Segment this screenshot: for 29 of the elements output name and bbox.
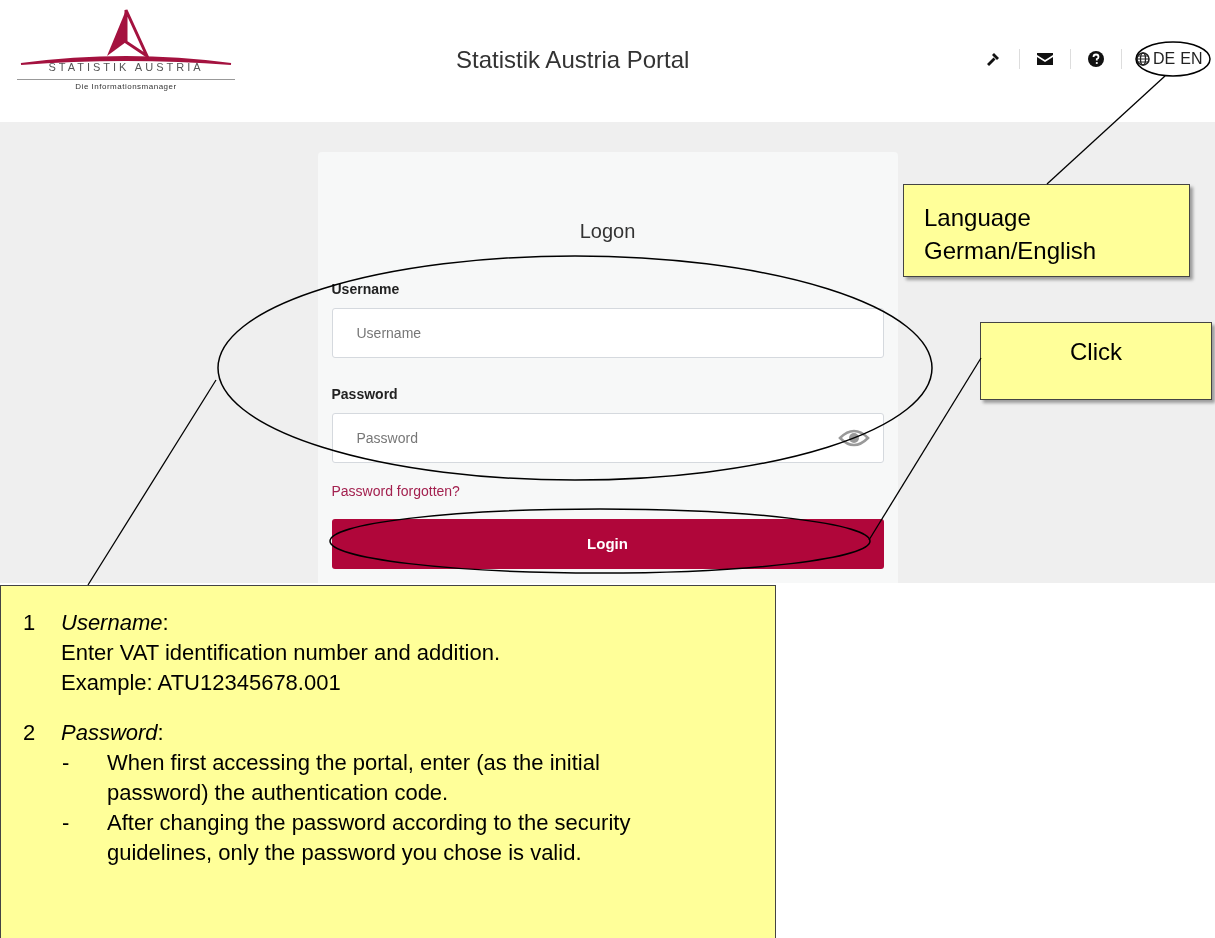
step-number: 2 bbox=[23, 719, 37, 747]
field-label: Password bbox=[331, 385, 398, 404]
step-text: Enter VAT identification number and addition. bbox=[61, 639, 501, 667]
username-field[interactable]: Username bbox=[331, 308, 884, 358]
help-icon[interactable] bbox=[1085, 51, 1107, 67]
step-text: After changing the password according to the security guidelines, only the password you chose is valid. bbox=[107, 809, 632, 867]
step-title: Username: bbox=[61, 609, 170, 637]
step-number: 1 bbox=[23, 609, 37, 637]
globe-icon bbox=[1136, 52, 1150, 66]
callout-text: Click bbox=[1070, 337, 1122, 367]
eye-icon[interactable] bbox=[837, 428, 870, 448]
field-label: Username bbox=[331, 280, 400, 299]
callout-text: German/English bbox=[924, 236, 1098, 266]
step-title: Password: bbox=[61, 719, 165, 747]
language-link[interactable]: DE bbox=[1153, 51, 1176, 67]
bullet-mark: - bbox=[61, 809, 71, 837]
form-title: Logon bbox=[579, 219, 636, 244]
callout-text: Language bbox=[924, 203, 1032, 233]
forgot-password-link[interactable]: Password forgotten? bbox=[331, 481, 460, 502]
step-text: Example: ATU12345678.001 bbox=[61, 669, 342, 697]
logo-text: STATISTIK AUSTRIA bbox=[47, 62, 205, 73]
step-text: When first accessing the portal, enter (as the initial password) the authentication code. bbox=[107, 749, 601, 807]
login-button[interactable]: Login bbox=[331, 519, 884, 569]
mail-icon[interactable] bbox=[1034, 53, 1056, 65]
bullet-mark: - bbox=[61, 749, 71, 777]
language-link[interactable]: EN bbox=[1180, 51, 1203, 67]
portal-title: Statistik Austria Portal bbox=[456, 45, 690, 75]
logo-tagline: Die Informationsmanager bbox=[75, 83, 177, 91]
password-field[interactable]: Password bbox=[331, 413, 884, 463]
